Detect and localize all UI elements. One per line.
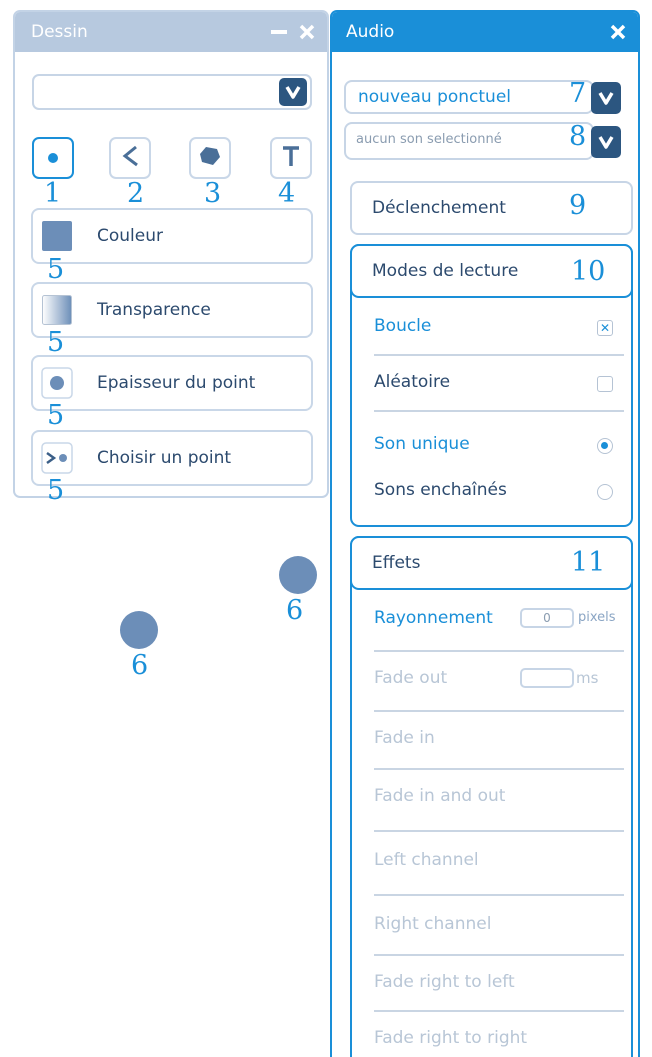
epaisseur-label: Epaisseur du point bbox=[97, 373, 256, 393]
left-channel-label: Left channel bbox=[374, 850, 479, 870]
close-icon[interactable] bbox=[293, 12, 321, 52]
map-point[interactable] bbox=[120, 611, 158, 649]
divider bbox=[374, 894, 624, 896]
annotation-8: 8 bbox=[569, 121, 587, 152]
aleatoire-checkbox[interactable] bbox=[597, 376, 613, 392]
chevron-down-icon[interactable] bbox=[591, 126, 621, 158]
annotation-11: 11 bbox=[571, 547, 606, 578]
audio-title: Audio bbox=[346, 22, 395, 42]
gradient-swatch-icon bbox=[41, 294, 73, 326]
declenchement-label: Déclenchement bbox=[372, 198, 506, 218]
couleur-option[interactable]: Couleur bbox=[31, 208, 313, 264]
point-size-icon bbox=[41, 367, 73, 399]
choisir-point-option[interactable]: Choisir un point bbox=[31, 430, 313, 486]
line-tool-button[interactable] bbox=[109, 137, 151, 179]
annotation-6: 6 bbox=[286, 595, 304, 626]
son-unique-radio[interactable] bbox=[597, 438, 613, 454]
boucle-row[interactable]: Boucle ✕ bbox=[352, 300, 631, 356]
effets-title: Effets bbox=[372, 553, 421, 573]
annotation-5: 5 bbox=[47, 475, 65, 506]
fade-out-label: Fade out bbox=[374, 668, 448, 688]
rayonnement-unit: pixels bbox=[578, 610, 616, 625]
couleur-label: Couleur bbox=[97, 226, 163, 246]
fade-right-right-row[interactable]: Fade right to right bbox=[352, 1012, 631, 1057]
rayonnement-row: Rayonnement 0 pixels bbox=[352, 592, 631, 648]
annotation-6: 6 bbox=[131, 650, 149, 681]
fade-right-right-label: Fade right to right bbox=[374, 1028, 528, 1048]
declenchement-button[interactable]: Déclenchement bbox=[350, 181, 633, 235]
mode-select-value: nouveau ponctuel bbox=[358, 87, 511, 107]
chevron-down-icon[interactable] bbox=[279, 78, 307, 106]
annotation-2: 2 bbox=[127, 178, 145, 209]
epaisseur-option[interactable]: Epaisseur du point bbox=[31, 355, 313, 411]
boucle-checkbox[interactable]: ✕ bbox=[597, 320, 613, 336]
sound-select[interactable]: aucun son selectionné bbox=[344, 122, 594, 160]
point-tool-button[interactable] bbox=[32, 137, 74, 179]
fade-out-unit: ms bbox=[576, 669, 599, 687]
point-icon bbox=[47, 149, 59, 168]
choose-point-icon bbox=[41, 442, 73, 474]
annotation-5: 5 bbox=[47, 400, 65, 431]
lecture-title: Modes de lecture bbox=[372, 261, 519, 281]
son-unique-label: Son unique bbox=[374, 434, 470, 454]
minus-icon[interactable] bbox=[265, 12, 293, 52]
transparence-label: Transparence bbox=[97, 300, 211, 320]
boucle-label: Boucle bbox=[374, 316, 432, 336]
fade-in-out-row[interactable]: Fade in and out bbox=[352, 770, 631, 826]
right-channel-label: Right channel bbox=[374, 914, 492, 934]
aleatoire-row[interactable]: Aléatoire bbox=[352, 356, 631, 412]
annotation-1: 1 bbox=[44, 178, 62, 209]
left-channel-row[interactable]: Left channel bbox=[352, 834, 631, 890]
annotation-5: 5 bbox=[47, 327, 65, 358]
right-channel-row[interactable]: Right channel bbox=[352, 898, 631, 954]
annotation-5: 5 bbox=[47, 254, 65, 285]
choisir-point-label: Choisir un point bbox=[97, 448, 232, 468]
rayonnement-input[interactable]: 0 bbox=[520, 608, 574, 628]
effets-section: Effets Rayonnement 0 pixels Fade out ms … bbox=[350, 536, 633, 1057]
sound-select-value: aucun son selectionné bbox=[356, 132, 502, 147]
fade-right-left-row[interactable]: Fade right to left bbox=[352, 956, 631, 1012]
fade-in-out-label: Fade in and out bbox=[374, 786, 506, 806]
annotation-3: 3 bbox=[204, 178, 222, 209]
text-tool-button[interactable] bbox=[270, 137, 312, 179]
audio-titlebar[interactable]: Audio bbox=[332, 12, 638, 52]
close-icon[interactable] bbox=[604, 12, 632, 52]
annotation-4: 4 bbox=[278, 178, 296, 209]
map-point[interactable] bbox=[279, 556, 317, 594]
sons-enchaines-row[interactable]: Sons enchaînés bbox=[352, 464, 631, 520]
aleatoire-label: Aléatoire bbox=[374, 372, 451, 392]
annotation-9: 9 bbox=[569, 190, 587, 221]
polyline-icon bbox=[120, 144, 140, 172]
fade-in-label: Fade in bbox=[374, 728, 435, 748]
fade-out-row[interactable]: Fade out ms bbox=[352, 652, 631, 708]
audio-panel: Audio nouveau ponctuel aucun son selecti… bbox=[330, 10, 640, 1057]
transparence-option[interactable]: Transparence bbox=[31, 282, 313, 338]
fade-right-left-label: Fade right to left bbox=[374, 972, 515, 992]
sons-enchaines-label: Sons enchaînés bbox=[374, 480, 507, 500]
chevron-down-icon[interactable] bbox=[591, 82, 621, 114]
fade-out-input[interactable] bbox=[520, 668, 574, 688]
annotation-10: 10 bbox=[571, 256, 606, 287]
text-T-icon bbox=[281, 145, 301, 171]
divider bbox=[374, 410, 624, 412]
fade-in-row[interactable]: Fade in bbox=[352, 712, 631, 768]
polygon-icon bbox=[199, 146, 221, 170]
divider bbox=[374, 830, 624, 832]
mode-select[interactable]: nouveau ponctuel bbox=[344, 80, 594, 114]
dessin-dropdown[interactable] bbox=[32, 74, 312, 110]
dessin-title: Dessin bbox=[31, 22, 88, 42]
sons-enchaines-radio[interactable] bbox=[597, 484, 613, 500]
rayonnement-label: Rayonnement bbox=[374, 608, 493, 628]
annotation-7: 7 bbox=[569, 78, 587, 109]
color-swatch-icon bbox=[41, 220, 73, 252]
dessin-titlebar[interactable]: Dessin bbox=[15, 12, 327, 52]
shape-tool-button[interactable] bbox=[189, 137, 231, 179]
